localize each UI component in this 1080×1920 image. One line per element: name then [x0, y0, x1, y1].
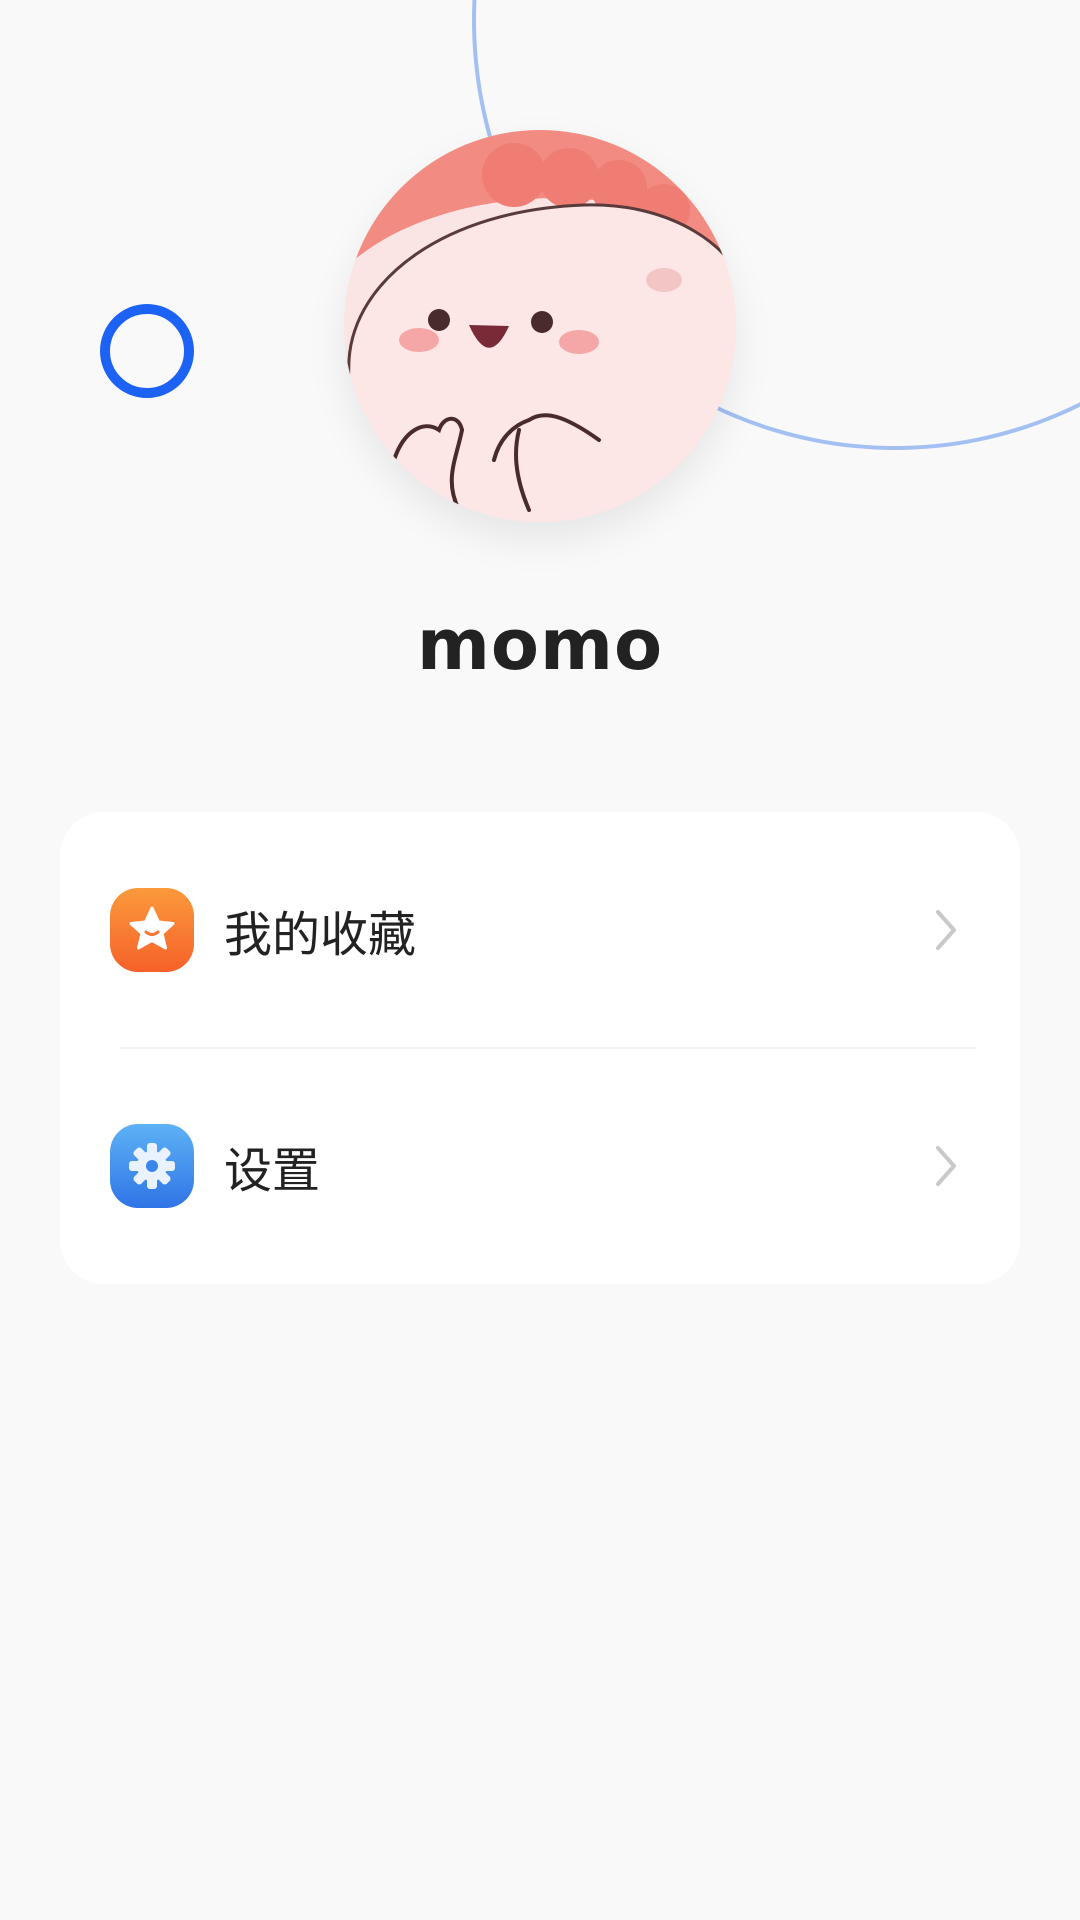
chevron-right-icon	[932, 908, 960, 952]
menu-item-label: 设置	[224, 1143, 321, 1199]
star-icon	[110, 888, 194, 972]
avatar[interactable]	[344, 130, 736, 522]
menu-item-label: 我的收藏	[224, 907, 417, 963]
profile-screen: momo 我的收藏 设置	[0, 0, 1080, 1920]
menu-item-settings[interactable]: 设置	[60, 1048, 1020, 1284]
gear-icon	[110, 1124, 194, 1208]
avatar-illustration	[344, 130, 736, 522]
menu-item-favorites[interactable]: 我的收藏	[60, 812, 1020, 1048]
username: momo	[416, 604, 664, 686]
chevron-right-icon	[932, 1144, 960, 1188]
decorative-ring	[100, 304, 194, 398]
menu-card: 我的收藏 设置	[60, 812, 1020, 1284]
